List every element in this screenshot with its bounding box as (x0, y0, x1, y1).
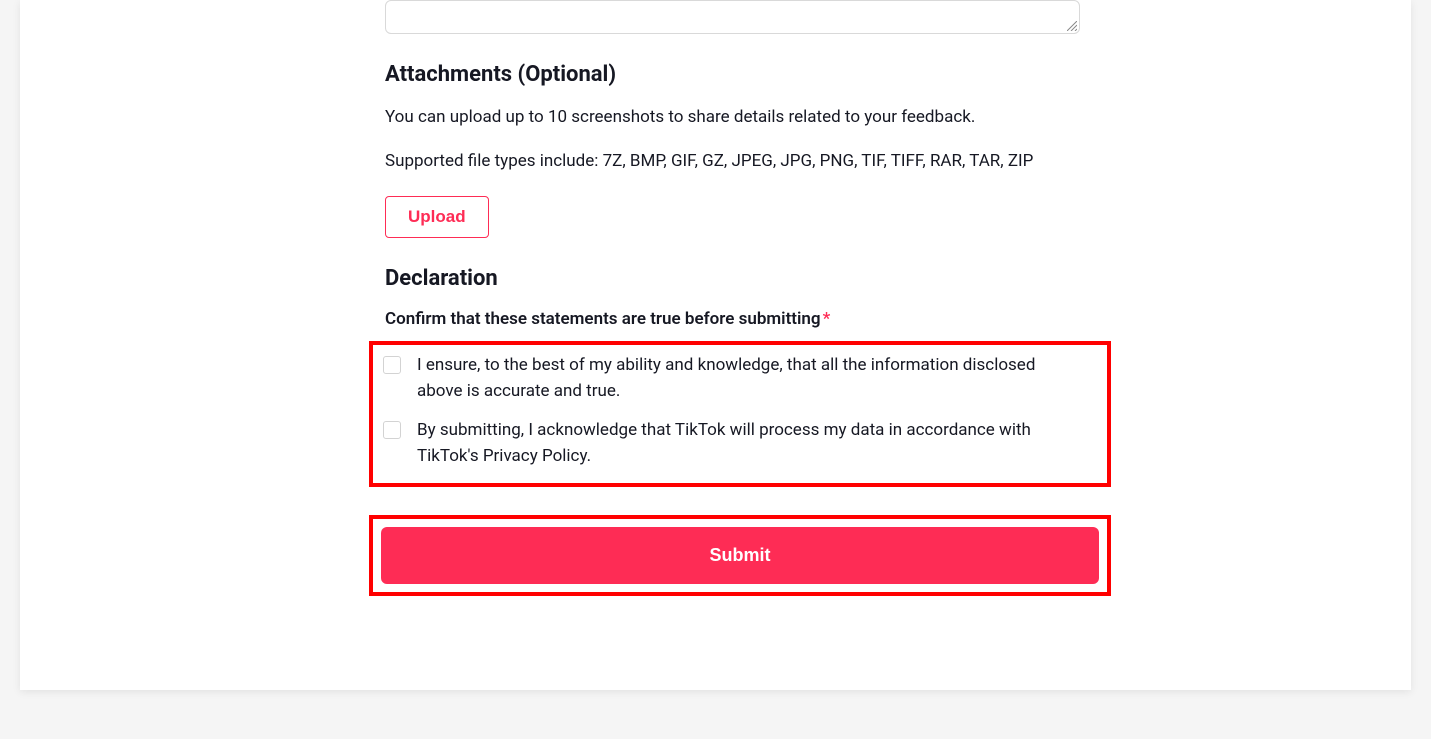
checkbox-privacy[interactable] (383, 421, 401, 439)
form-card: Attachments (Optional) You can upload up… (20, 0, 1411, 690)
submit-highlight-box: Submit (369, 515, 1111, 596)
checkbox-accuracy-label: I ensure, to the best of my ability and … (417, 353, 1057, 404)
confirm-statements-label: Confirm that these statements are true b… (385, 309, 1085, 329)
declaration-heading: Declaration (385, 266, 1085, 291)
attachments-heading: Attachments (Optional) (385, 62, 1085, 87)
checkbox-privacy-label: By submitting, I acknowledge that TikTok… (417, 418, 1057, 469)
resize-handle-icon (1067, 21, 1077, 31)
submit-button[interactable]: Submit (381, 527, 1099, 584)
declaration-highlight-box: I ensure, to the best of my ability and … (369, 341, 1111, 487)
required-asterisk: * (823, 309, 831, 329)
attachments-help-1: You can upload up to 10 screenshots to s… (385, 105, 1085, 131)
feedback-textarea[interactable] (385, 0, 1080, 34)
upload-button[interactable]: Upload (385, 196, 489, 238)
checkbox-row-privacy: By submitting, I acknowledge that TikTok… (383, 418, 1097, 469)
checkbox-row-accuracy: I ensure, to the best of my ability and … (383, 353, 1097, 404)
checkbox-accuracy[interactable] (383, 356, 401, 374)
form-content: Attachments (Optional) You can upload up… (385, 0, 1085, 596)
confirm-text: Confirm that these statements are true b… (385, 309, 821, 329)
attachments-help-2: Supported file types include: 7Z, BMP, G… (385, 149, 1085, 175)
